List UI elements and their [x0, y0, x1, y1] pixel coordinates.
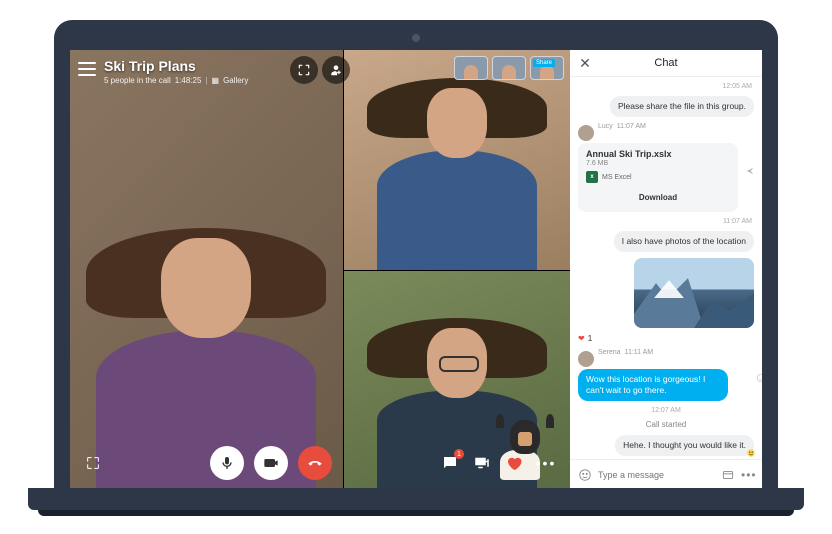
message-time: 12:07 AM: [578, 407, 754, 414]
avatar[interactable]: [578, 351, 594, 367]
save-icon[interactable]: [744, 149, 756, 161]
call-subtitle: 5 people in the call 1:48:25 | ▦ Gallery: [104, 76, 248, 85]
file-attachment-card[interactable]: Annual Ski Trip.xslx 7.6 MB x MS Excel D…: [578, 143, 738, 212]
message-row: [578, 258, 754, 328]
forward-icon[interactable]: [744, 165, 756, 177]
add-people-button[interactable]: [322, 56, 350, 84]
file-name: Annual Ski Trip.xslx: [586, 149, 730, 159]
menu-icon[interactable]: [78, 62, 96, 76]
call-title: Ski Trip Plans: [104, 58, 248, 74]
call-duration: 1:48:25: [175, 76, 202, 85]
close-icon[interactable]: ✕: [578, 56, 592, 70]
pip-thumbnail-share[interactable]: [530, 56, 564, 80]
avatar[interactable]: [578, 125, 594, 141]
chat-button[interactable]: 1: [438, 451, 462, 475]
video-grid: Ski Trip Plans 5 people in the call 1:48…: [70, 50, 570, 490]
message-bubble[interactable]: Hehe. I thought you would like it.: [615, 435, 754, 456]
message-bubble[interactable]: I also have photos of the location: [614, 231, 754, 252]
message-bubble[interactable]: Please share the file in this group.: [610, 96, 754, 117]
message-row: Please share the file in this group.: [578, 96, 754, 117]
view-mode[interactable]: Gallery: [223, 76, 248, 85]
react-icon[interactable]: [756, 373, 762, 385]
message-row: Hehe. I thought you would like it.: [578, 435, 754, 456]
file-size: 7.6 MB: [586, 160, 730, 167]
pip-thumbnail[interactable]: [454, 56, 488, 80]
message-input[interactable]: [598, 470, 715, 480]
download-button[interactable]: Download: [586, 189, 730, 206]
heart-icon: ❤: [578, 334, 585, 343]
snap-frame-button[interactable]: [290, 56, 318, 84]
more-options-button[interactable]: •••: [534, 451, 558, 475]
top-center-controls: [290, 56, 350, 84]
reaction-heart-button[interactable]: [502, 451, 526, 475]
react-icon[interactable]: [746, 448, 758, 459]
excel-icon: x: [586, 171, 598, 183]
message-time: 11:11 AM: [625, 349, 654, 367]
message-time: 11:07 AM: [578, 218, 754, 225]
fullscreen-icon[interactable]: [82, 452, 104, 474]
system-message: Call started: [578, 420, 754, 429]
laptop-frame: Ski Trip Plans 5 people in the call 1:48…: [54, 20, 778, 510]
emoji-icon[interactable]: [578, 466, 592, 484]
sender-name: Serena: [598, 349, 621, 367]
laptop-base: [28, 488, 804, 510]
photo-attachment[interactable]: [634, 258, 754, 328]
pip-strip: [454, 56, 564, 80]
message-bubble[interactable]: Wow this location is gorgeous! I can't w…: [578, 369, 728, 401]
call-controls-bar: 1 •••: [70, 446, 570, 480]
pip-thumbnail[interactable]: [492, 56, 526, 80]
message-time: 12:05 AM: [578, 83, 754, 90]
chat-input-bar: •••: [570, 459, 762, 490]
app-screen: Ski Trip Plans 5 people in the call 1:48…: [70, 50, 762, 490]
input-more-icon[interactable]: •••: [741, 466, 757, 484]
chat-header: ✕ Chat: [570, 50, 762, 77]
video-tile-main[interactable]: [70, 50, 343, 490]
sender-name: Lucy: [598, 123, 613, 141]
message-time: 11:07 AM: [617, 123, 646, 141]
file-type: x MS Excel: [586, 171, 730, 183]
message-row: I also have photos of the location: [578, 231, 754, 252]
message-row: Lucy 11:07 AM Annual Ski Trip.xslx 7.6 M…: [578, 123, 754, 212]
message-row: Serena 11:11 AM Wow this location is gor…: [578, 349, 754, 401]
call-header: Ski Trip Plans 5 people in the call 1:48…: [78, 58, 248, 85]
webcam-dot: [412, 34, 420, 42]
share-screen-button[interactable]: [470, 451, 494, 475]
video-tile-top-right[interactable]: [343, 50, 570, 270]
chat-messages[interactable]: 12:05 AM Please share the file in this g…: [570, 77, 762, 459]
chat-badge: 1: [454, 449, 464, 459]
camera-button[interactable]: [254, 446, 288, 480]
grid-icon: ▦: [212, 76, 220, 85]
reaction-count: 1: [588, 334, 592, 343]
reaction-row[interactable]: ❤ 1: [578, 334, 754, 343]
chat-title: Chat: [592, 57, 740, 69]
participant-count: 5 people in the call: [104, 76, 171, 85]
end-call-button[interactable]: [298, 446, 332, 480]
attach-icon[interactable]: [721, 466, 735, 484]
mic-button[interactable]: [210, 446, 244, 480]
chat-panel: ✕ Chat 12:05 AM Please share the file in…: [570, 50, 762, 490]
